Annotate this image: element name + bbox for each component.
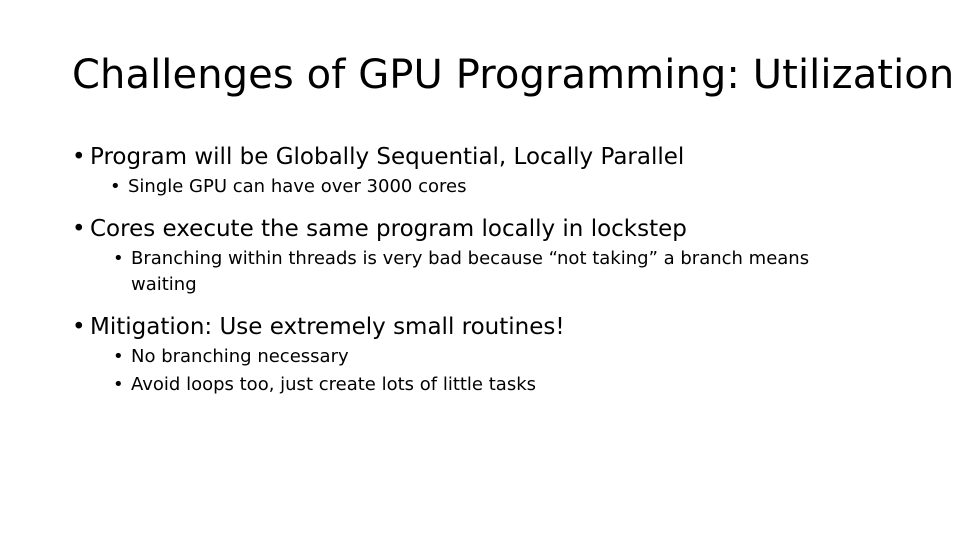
bullet-dot-icon: • bbox=[110, 176, 121, 197]
bullet-dot-icon: • bbox=[113, 346, 124, 367]
bullet-dot-icon: • bbox=[72, 144, 86, 170]
bullet-level2: • Avoid loops too, just create lots of l… bbox=[72, 372, 862, 398]
bullet-level2: • Branching within threads is very bad b… bbox=[72, 246, 862, 298]
bullet-level1: • Mitigation: Use extremely small routin… bbox=[72, 312, 862, 342]
bullet-level2: • No branching necessary bbox=[72, 344, 862, 370]
bullet-level1-text: Mitigation: Use extremely small routines… bbox=[90, 314, 565, 340]
bullet-dot-icon: • bbox=[72, 314, 86, 340]
bullet-level1-text: Program will be Globally Sequential, Loc… bbox=[90, 144, 685, 170]
bullet-group: • Mitigation: Use extremely small routin… bbox=[72, 312, 862, 398]
slide-body: • Program will be Globally Sequential, L… bbox=[72, 142, 862, 398]
bullet-level2: • Single GPU can have over 3000 cores bbox=[72, 174, 862, 200]
sub-bullet-list: • Single GPU can have over 3000 cores bbox=[72, 174, 862, 200]
bullet-level1-text: Cores execute the same program locally i… bbox=[90, 216, 687, 242]
bullet-level1: • Program will be Globally Sequential, L… bbox=[72, 142, 862, 172]
bullet-level2-text: Avoid loops too, just create lots of lit… bbox=[131, 374, 536, 395]
page-title: Challenges of GPU Programming: Utilizati… bbox=[72, 52, 955, 98]
bullet-level2-text: Single GPU can have over 3000 cores bbox=[128, 176, 467, 197]
bullet-group: • Cores execute the same program locally… bbox=[72, 214, 862, 298]
bullet-group: • Program will be Globally Sequential, L… bbox=[72, 142, 862, 200]
sub-bullet-list: • No branching necessary • Avoid loops t… bbox=[72, 344, 862, 398]
bullet-level2-text: No branching necessary bbox=[131, 346, 349, 367]
bullet-dot-icon: • bbox=[113, 248, 124, 269]
bullet-dot-icon: • bbox=[113, 374, 124, 395]
bullet-level1: • Cores execute the same program locally… bbox=[72, 214, 862, 244]
slide: Challenges of GPU Programming: Utilizati… bbox=[0, 0, 960, 540]
bullet-level2-text: Branching within threads is very bad bec… bbox=[131, 248, 810, 295]
bullet-dot-icon: • bbox=[72, 216, 86, 242]
sub-bullet-list: • Branching within threads is very bad b… bbox=[72, 246, 862, 298]
